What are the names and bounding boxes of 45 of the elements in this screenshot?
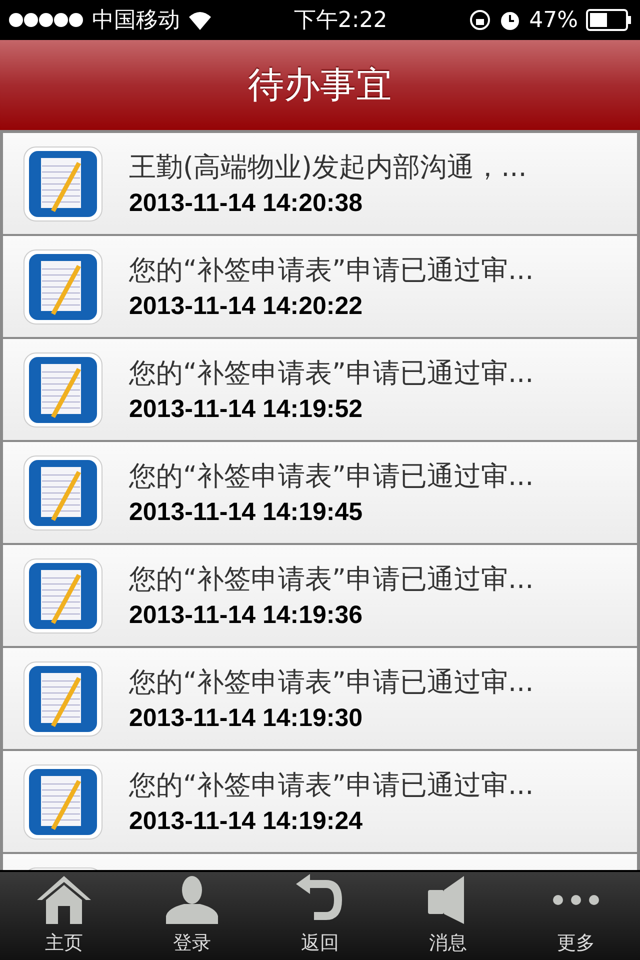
todo-time: 2013-11-14 14:19:30	[129, 704, 364, 733]
notepad-icon	[23, 558, 103, 634]
battery-percent: 47%	[529, 8, 578, 32]
notepad-icon	[23, 248, 103, 324]
signal-icon	[8, 12, 84, 28]
notepad-icon	[23, 660, 103, 736]
clock-time: 下午2:22	[294, 7, 388, 35]
todo-row[interactable]: 王勤(高端物业)发起内部沟通，... 2013-11-14 14:20:38	[3, 133, 637, 234]
todo-text: 您的“补签申请表”申请已通过审...	[129, 357, 534, 391]
wifi-icon	[188, 10, 212, 30]
todo-text: 您的“补签申请表”申请已通过审...	[129, 563, 534, 597]
todo-time: 2013-11-14 14:19:52	[129, 395, 364, 424]
todo-time: 2013-11-14 14:19:36	[129, 601, 364, 630]
todo-row[interactable]: 您的“补签申请表”申请已通过审... 2013-11-14 14:19:24	[3, 751, 637, 852]
tab-button[interactable]: 主页	[0, 872, 128, 960]
todo-text: 王勤(高端物业)发起内部沟通，...	[129, 151, 527, 185]
todo-text: 您的“补签申请表”申请已通过审...	[129, 769, 534, 803]
carrier-name: 中国移动	[92, 7, 180, 35]
tab-button[interactable]: 更多	[512, 872, 640, 960]
todo-text: 您的“补签申请表”申请已通过审...	[129, 666, 534, 700]
todo-row[interactable]: 您的“补签申请表”申请已通过审... 2013-11-14 14:19:36	[3, 545, 637, 646]
todo-row[interactable]: 您的“补签申请表”申请已通过审... 2013-11-14 14:19:52	[3, 339, 637, 440]
notepad-icon	[23, 352, 103, 428]
tab-button[interactable]: 消息	[384, 872, 512, 960]
todo-text: 您的“补签申请表”申请已通过审...	[129, 460, 534, 494]
todo-text: 您的“补签申请表”申请已通过审...	[129, 254, 534, 288]
todo-row[interactable]: 您的“补签申请表”申请已通过审... 2013-11-14 14:19:45	[3, 442, 637, 543]
notepad-icon	[23, 454, 103, 530]
notepad-icon	[23, 146, 103, 222]
notepad-icon	[23, 764, 103, 840]
tab-button[interactable]: 返回	[256, 872, 384, 960]
todo-time: 2013-11-14 14:20:38	[129, 189, 364, 218]
user-icon	[164, 874, 220, 926]
todo-row[interactable]: 您的“补签申请表”申请已通过审... 2013-11-14 14:19:30	[3, 648, 637, 749]
rotation-lock-icon	[469, 9, 492, 31]
home-icon	[36, 874, 92, 926]
todo-time: 2013-11-14 14:19:24	[129, 807, 364, 836]
tab-button[interactable]: 登录	[128, 872, 256, 960]
page-title: 待办事宜	[248, 64, 392, 108]
todo-row[interactable]: 您的“补签申请表”申请已通过审... 2013-11-14 14:20:22	[3, 236, 637, 337]
todo-time: 2013-11-14 14:20:22	[129, 292, 364, 321]
alarm-icon	[499, 9, 522, 31]
todo-time: 2013-11-14 14:19:45	[129, 498, 364, 527]
more-icon	[553, 894, 599, 906]
battery-icon	[586, 9, 632, 31]
